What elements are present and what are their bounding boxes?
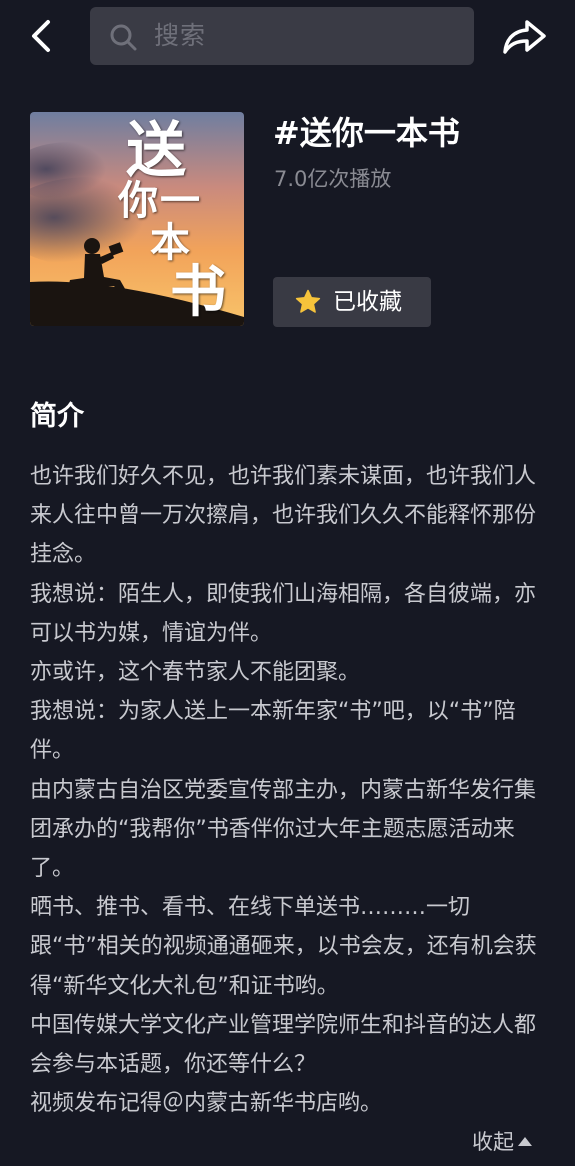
intro-paragraph: 我想说：陌生人，即使我们山海相隔，各自彼端，亦可以书为媒，情谊为伴。 bbox=[30, 581, 537, 646]
intro-paragraph: 也许我们好久不见，也许我们素未谋面，也许我们人来人往中曾一万次擦肩，也许我们久久… bbox=[30, 464, 537, 568]
top-bar: 搜索 bbox=[0, 0, 575, 72]
back-button[interactable] bbox=[22, 14, 62, 58]
search-icon bbox=[110, 24, 137, 51]
intro-paragraph: 亦或许，这个春节家人不能团聚。 bbox=[30, 660, 361, 686]
caret-up-icon bbox=[518, 1137, 532, 1146]
chevron-left-icon bbox=[32, 20, 50, 52]
cover-text-1: 送 bbox=[126, 116, 186, 186]
play-count: 7.0亿次播放 bbox=[274, 167, 392, 191]
intro-paragraph: 中国传媒大学文化产业管理学院师生和抖音的达人都会参与本话题，你还等什么？ bbox=[30, 1012, 537, 1078]
search-placeholder: 搜索 bbox=[154, 21, 207, 50]
intro-paragraph: 视频发布记得＠内蒙古新华书店哟。 bbox=[30, 1091, 383, 1117]
topic-title: #送你一本书 bbox=[273, 114, 460, 152]
intro-paragraph: 晒书、推书、看书、在线下单送书………一切跟“书”相关的视频通通砸来，以书会友，还… bbox=[30, 895, 537, 999]
intro-paragraph: 由内蒙古自治区党委宣传部主办，内蒙古新华发行集团承办的“我帮你”书香伴你过大年主… bbox=[30, 777, 537, 882]
share-button[interactable] bbox=[500, 14, 550, 58]
intro-body: 也许我们好久不见，也许我们素未谋面，也许我们人来人往中曾一万次擦肩，也许我们久久… bbox=[30, 457, 550, 1123]
intro-paragraph: 我想说：为家人送上一本新年家“书”吧，以“书”陪伴。 bbox=[30, 699, 516, 764]
collapse-label: 收起 bbox=[472, 1130, 514, 1154]
cover-text-2: 你一 bbox=[118, 178, 202, 224]
star-icon bbox=[295, 289, 321, 313]
intro-heading: 简介 bbox=[30, 401, 84, 432]
collapse-button[interactable]: 收起 bbox=[472, 1126, 532, 1158]
topic-cover-image: 送 你一 本 书 bbox=[30, 112, 244, 326]
share-arrow-icon bbox=[503, 20, 546, 54]
cover-text-4: 书 bbox=[170, 260, 226, 325]
favorite-button[interactable]: 已收藏 bbox=[273, 277, 431, 327]
favorite-label: 已收藏 bbox=[333, 289, 402, 315]
search-input[interactable]: 搜索 bbox=[90, 7, 474, 65]
